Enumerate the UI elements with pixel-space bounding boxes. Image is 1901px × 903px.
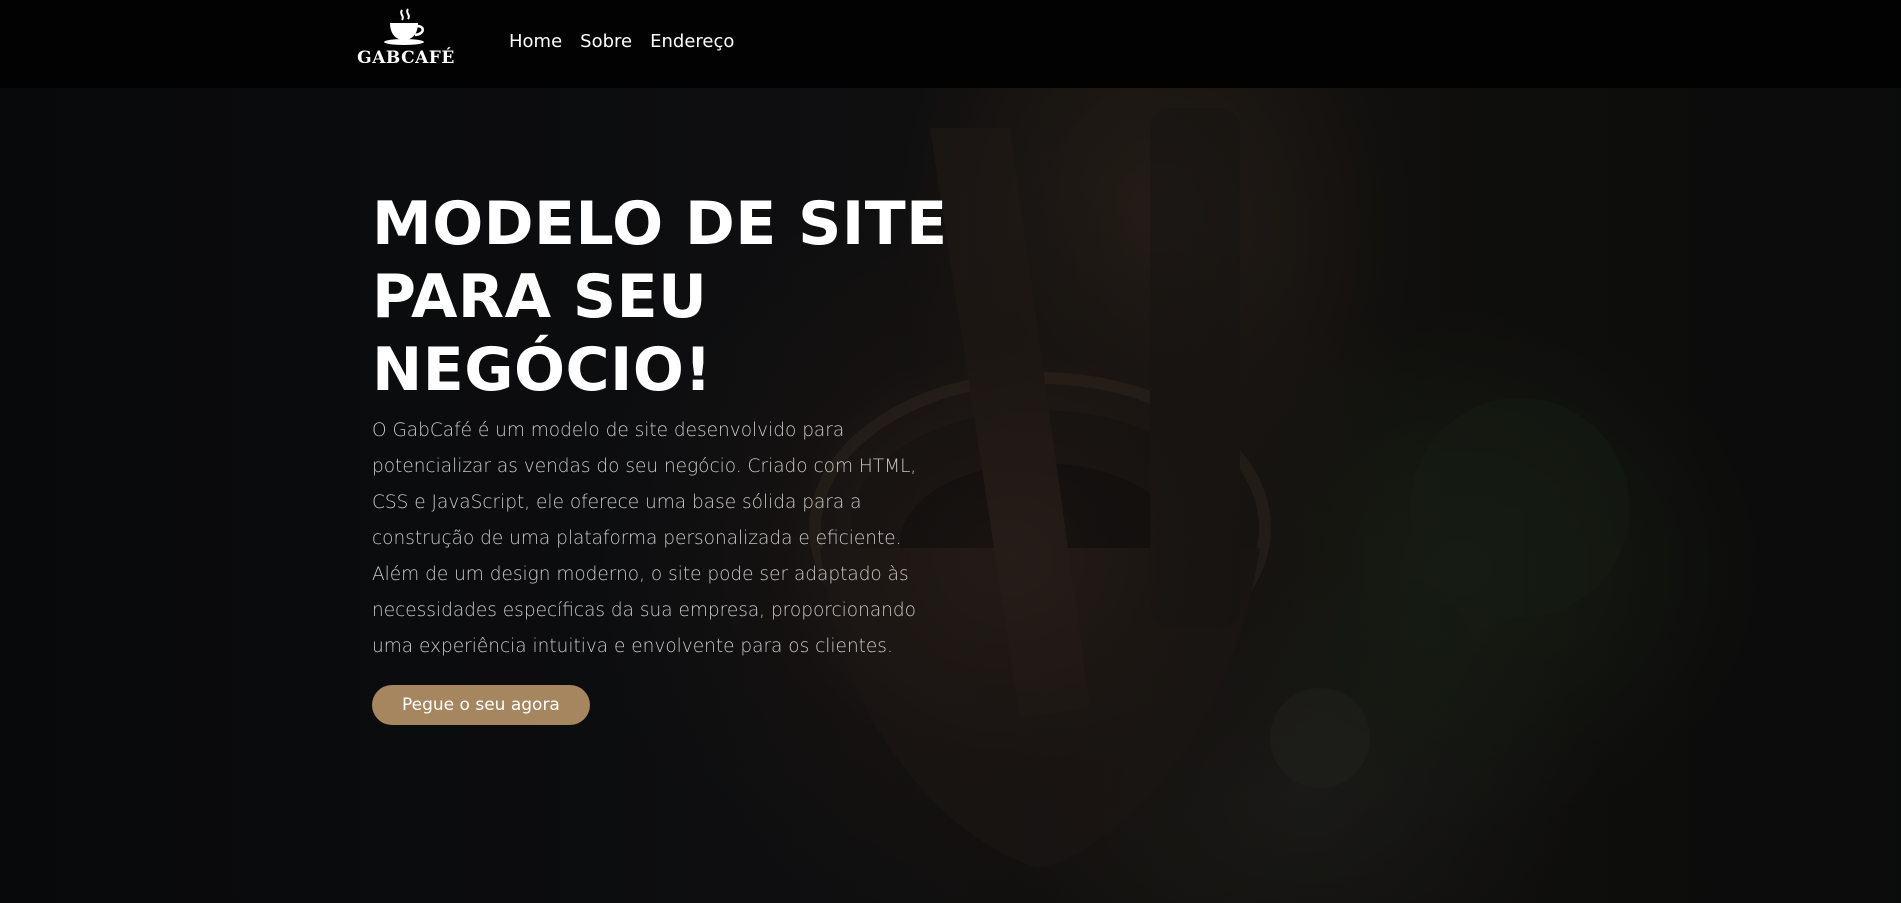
brand-name: GABCAFÉ — [357, 48, 455, 68]
hero-section: MODELO DE SITE PARA SEU NEGÓCIO! O GabCa… — [0, 88, 1901, 903]
hero-title: MODELO DE SITE PARA SEU NEGÓCIO! — [372, 189, 948, 405]
navbar: GABCAFÉ Home Sobre Endereço — [0, 0, 1901, 88]
brand-logo[interactable]: GABCAFÉ — [356, 8, 456, 74]
nav-item-endereco: Endereço — [650, 29, 734, 55]
hero-content: MODELO DE SITE PARA SEU NEGÓCIO! O GabCa… — [372, 188, 972, 725]
nav-link-home[interactable]: Home — [509, 31, 562, 52]
coffee-cup-icon — [356, 8, 456, 46]
nav-link-endereco[interactable]: Endereço — [650, 31, 734, 52]
hero-description: O GabCafé é um modelo de site desenvolvi… — [372, 420, 917, 657]
main-nav: Home Sobre Endereço — [509, 29, 734, 55]
nav-item-home: Home — [509, 29, 562, 55]
get-yours-button[interactable]: Pegue o seu agora — [372, 685, 590, 725]
nav-item-sobre: Sobre — [580, 29, 632, 55]
nav-link-sobre[interactable]: Sobre — [580, 31, 632, 52]
